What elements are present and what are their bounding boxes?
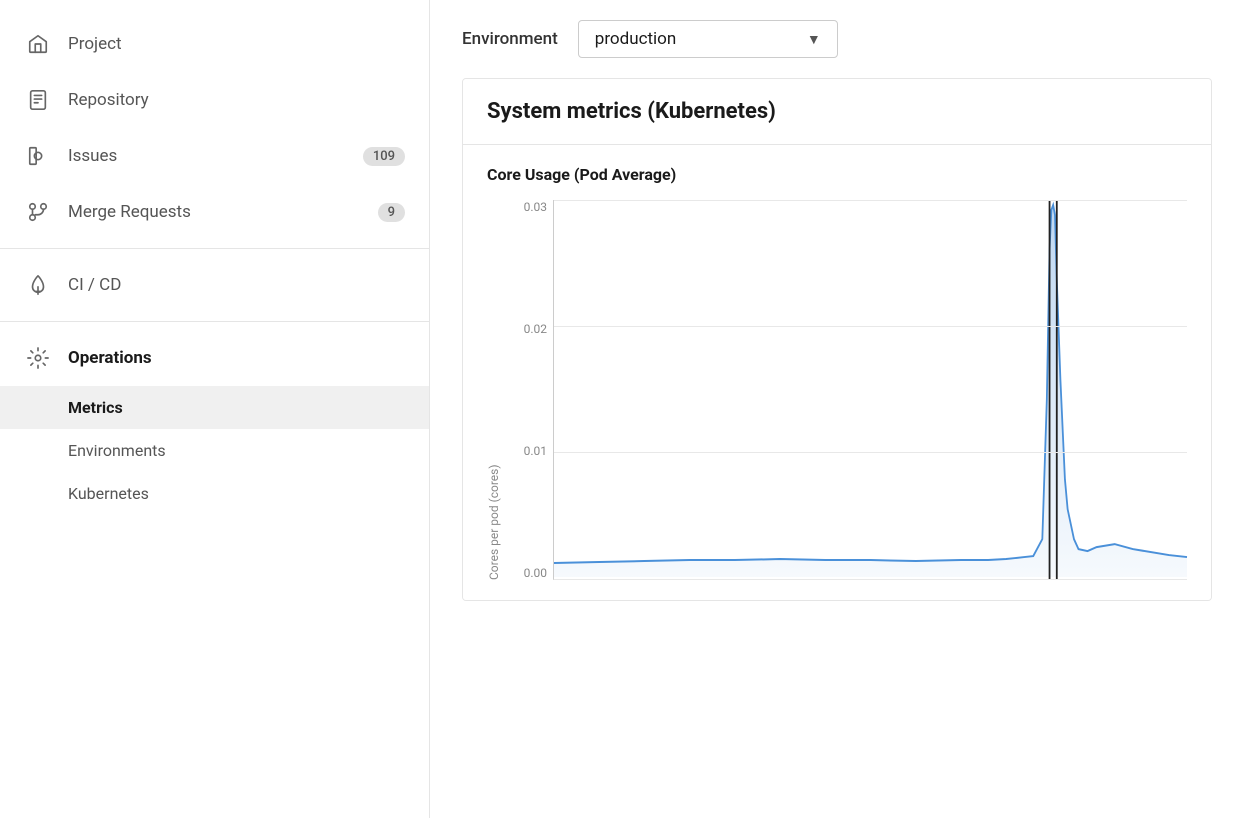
y-labels: 0.03 0.02 0.01 0.00 (513, 200, 553, 580)
metrics-section: System metrics (Kubernetes) Core Usage (… (462, 78, 1212, 601)
sidebar-item-label: Merge Requests (68, 202, 191, 222)
ops-icon (24, 344, 52, 372)
sidebar-item-project[interactable]: Project (0, 16, 429, 72)
sidebar-sub-item-kubernetes[interactable]: Kubernetes (0, 472, 429, 515)
grid-line-top (554, 200, 1187, 201)
issues-badge: 109 (363, 147, 405, 166)
grid-line-bottom (554, 579, 1187, 580)
metrics-section-title: System metrics (Kubernetes) (487, 99, 1187, 124)
issues-icon (24, 142, 52, 170)
sidebar-item-label: CI / CD (68, 275, 121, 295)
env-label: Environment (462, 29, 558, 49)
home-icon (24, 30, 52, 58)
chart-line (554, 205, 1187, 563)
sidebar-sub-item-label: Kubernetes (68, 484, 149, 503)
chart-section: Core Usage (Pod Average) Cores per pod (… (463, 145, 1211, 600)
chevron-down-icon: ▼ (807, 31, 821, 48)
chart-fill (554, 205, 1187, 577)
rocket-icon (24, 271, 52, 299)
sidebar-sub-item-label: Environments (68, 441, 166, 460)
sidebar-item-label: Repository (68, 90, 149, 110)
chart-title: Core Usage (Pod Average) (487, 165, 1187, 184)
sidebar-divider-2 (0, 321, 429, 322)
chart-area (553, 200, 1187, 580)
main-content: Environment production ▼ System metrics … (430, 0, 1244, 818)
sidebar-item-label: Project (68, 34, 122, 54)
sidebar-item-repository[interactable]: Repository (0, 72, 429, 128)
sidebar-sub-item-label: Metrics (68, 398, 123, 417)
metrics-title: System metrics (Kubernetes) (463, 79, 1211, 145)
y-label-0.00: 0.00 (524, 566, 547, 580)
sidebar-item-label: Issues (68, 146, 117, 166)
sidebar-sub-item-environments[interactable]: Environments (0, 429, 429, 472)
environment-dropdown[interactable]: production ▼ (578, 20, 838, 58)
main-header: Environment production ▼ (430, 0, 1244, 78)
chart-wrapper: 0.03 0.02 0.01 0.00 (513, 200, 1187, 580)
merge-requests-badge: 9 (378, 203, 405, 222)
chart-container: Cores per pod (cores) 0.03 0.02 0.01 0.0… (487, 200, 1187, 580)
sidebar-divider (0, 248, 429, 249)
env-value: production (595, 29, 676, 49)
sidebar-item-cicd[interactable]: CI / CD (0, 257, 429, 313)
sidebar: Project Repository Issues 109 Merge Requ… (0, 0, 430, 818)
merge-icon (24, 198, 52, 226)
sidebar-item-label: Operations (68, 348, 152, 368)
chart-svg (554, 200, 1187, 579)
sidebar-item-merge-requests[interactable]: Merge Requests 9 (0, 184, 429, 240)
y-label-0.01: 0.01 (524, 444, 547, 458)
sidebar-sub-item-metrics[interactable]: Metrics (0, 386, 429, 429)
grid-line-2 (554, 452, 1187, 453)
file-icon (24, 86, 52, 114)
sidebar-item-issues[interactable]: Issues 109 (0, 128, 429, 184)
y-label-0.03: 0.03 (524, 200, 547, 214)
y-label-0.02: 0.02 (524, 322, 547, 336)
sidebar-item-operations[interactable]: Operations (0, 330, 429, 386)
y-axis-label: Cores per pod (cores) (487, 200, 501, 580)
grid-line-1 (554, 326, 1187, 327)
